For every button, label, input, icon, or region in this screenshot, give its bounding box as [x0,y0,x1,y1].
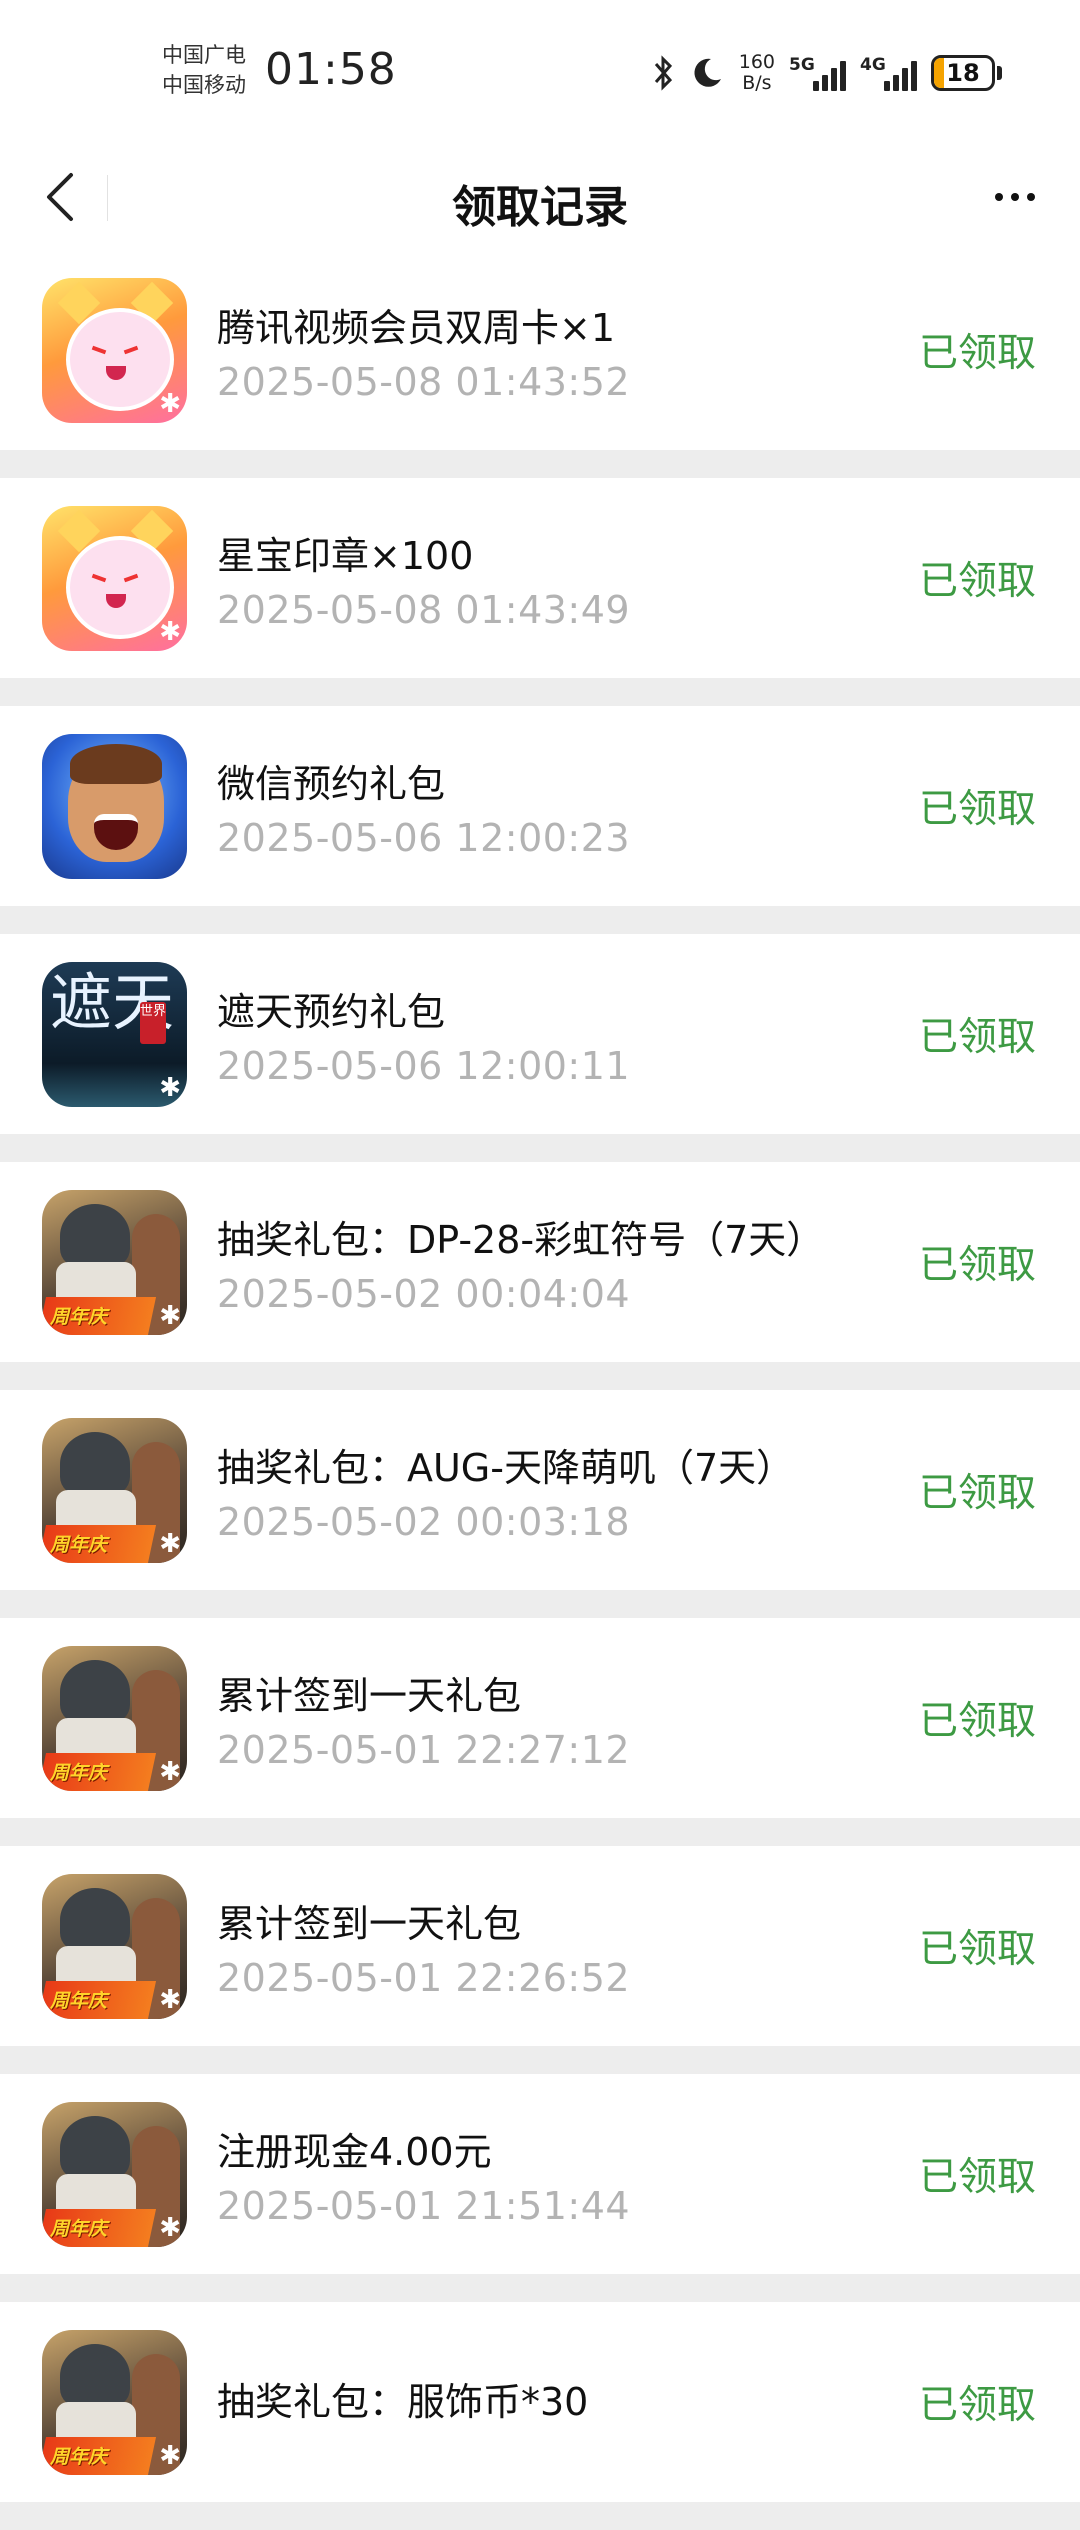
status-label: 已领取 [918,2155,1036,2200]
status-label: 已领取 [918,331,1036,376]
status-label: 已领取 [918,559,1036,604]
status-label: 已领取 [918,1243,1036,1288]
more-dot-icon [1027,193,1035,201]
list-item[interactable]: 微信预约礼包 2025-05-06 12:00:23 已领取 [0,706,1080,906]
battery-level: 18 [946,59,980,87]
moon-icon [694,58,721,87]
more-dot-icon [995,193,1003,201]
page-title: 领取记录 [452,182,628,233]
game-app-icon: 周年庆 ✱ [42,2329,187,2475]
list-item[interactable]: 周年庆 ✱ 累计签到一天礼包 2025-05-01 22:26:52 已领取 [0,1846,1080,2046]
game-app-icon [42,733,187,879]
signal-5g-icon: 5G [789,55,846,91]
more-button[interactable] [980,167,1050,227]
carrier-2: 中国移动 [162,73,246,97]
game-app-icon: 周年庆 ✱ [42,2101,187,2247]
more-dot-icon [1011,193,1019,201]
bluetooth-icon [654,55,672,91]
icon-badge: 周年庆 [50,2445,108,2468]
list-item[interactable]: 遮天 世界 ✱ 遮天预约礼包 2025-05-06 12:00:11 已领取 [0,934,1080,1134]
icon-seal: 世界 [140,1001,166,1044]
icon-badge: 周年庆 [50,1533,108,1556]
record-list: ✱ 腾讯视频会员双周卡×1 2025-05-08 01:43:52 已领取 ✱ … [0,250,1080,2530]
list-item[interactable]: 周年庆 ✱ 注册现金4.00元 2025-05-01 21:51:44 已领取 [0,2074,1080,2274]
status-bar: 中国广电 中国移动 01:58 160 B/s 5G 4G 18 [0,0,1080,145]
status-time: 01:58 [265,44,397,95]
list-item[interactable]: ✱ 腾讯视频会员双周卡×1 2025-05-08 01:43:52 已领取 [0,250,1080,450]
list-item[interactable]: 周年庆 ✱ 抽奖礼包：DP-28-彩虹符号（7天） 2025-05-02 00:… [0,1162,1080,1362]
status-label: 已领取 [918,2383,1036,2428]
network-speed: 160 B/s [738,51,775,94]
list-item[interactable]: ✱ 星宝印章×100 2025-05-08 01:43:49 已领取 [0,478,1080,678]
game-app-icon: 周年庆 ✱ [42,1417,187,1563]
game-app-icon: ✱ [42,277,187,423]
icon-badge: 周年庆 [50,2217,108,2240]
carrier-labels: 中国广电 中国移动 [162,40,246,100]
battery-icon: 18 [931,55,1002,91]
game-app-icon: 遮天 世界 ✱ [42,961,187,1107]
icon-badge: 周年庆 [50,1761,108,1784]
status-icons: 160 B/s 5G 4G 18 [651,48,1002,98]
status-label: 已领取 [918,1015,1036,1060]
list-item[interactable]: 周年庆 ✱ 抽奖礼包：AUG-天降萌叽（7天） 2025-05-02 00:03… [0,1390,1080,1590]
icon-badge: 周年庆 [50,1305,108,1328]
game-app-icon: ✱ [42,505,187,651]
game-app-icon: 周年庆 ✱ [42,1873,187,2019]
game-app-icon: 周年庆 ✱ [42,1645,187,1791]
status-label: 已领取 [918,1927,1036,1972]
carrier-1: 中国广电 [162,43,246,67]
game-app-icon: 周年庆 ✱ [42,1189,187,1335]
nav-bar: 领取记录 [0,145,1080,250]
icon-badge: 周年庆 [50,1989,108,2012]
list-item[interactable]: 周年庆 ✱ 抽奖礼包：服饰币*30 已领取 [0,2302,1080,2502]
status-label: 已领取 [918,787,1036,832]
status-label: 已领取 [918,1471,1036,1516]
list-item[interactable]: 周年庆 ✱ 累计签到一天礼包 2025-05-01 22:27:12 已领取 [0,1618,1080,1818]
status-label: 已领取 [918,1699,1036,1744]
signal-4g-icon: 4G [860,55,917,91]
